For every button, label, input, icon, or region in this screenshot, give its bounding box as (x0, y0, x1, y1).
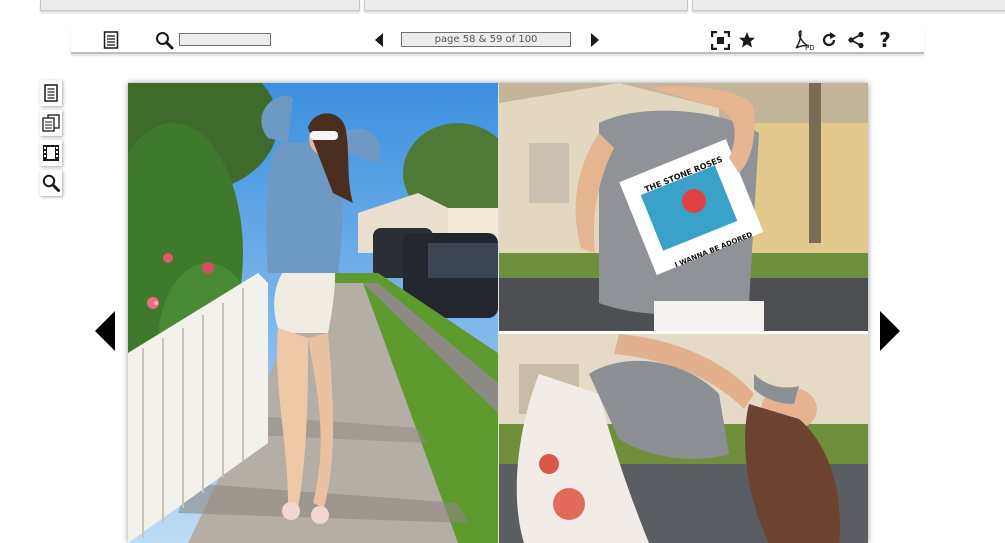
next-page-icon[interactable] (585, 30, 605, 50)
right-bottom-photo (499, 334, 868, 543)
fullscreen-icon[interactable] (710, 30, 730, 50)
table-of-contents-icon[interactable] (40, 80, 62, 106)
next-page-arrow[interactable] (880, 311, 900, 351)
rotate-icon[interactable] (819, 30, 839, 50)
search-icon[interactable] (40, 170, 62, 196)
pages-icon[interactable] (40, 110, 62, 136)
search-icon[interactable] (154, 30, 174, 50)
help-icon[interactable]: ? (875, 28, 895, 52)
right-page: THE STONE ROSES I WANNA BE ADORED (499, 83, 868, 543)
video-icon[interactable] (40, 140, 62, 166)
pdf-download-icon[interactable]: PDF (791, 30, 815, 51)
top-panel-tab-1[interactable] (40, 0, 360, 11)
svg-text:PDF: PDF (805, 44, 815, 51)
page-indicator[interactable]: page 58 & 59 of 100 (401, 32, 571, 47)
magazine-spread[interactable]: THE STONE ROSES I WANNA BE ADORED (128, 83, 868, 543)
search-input[interactable] (179, 33, 271, 46)
contents-icon[interactable] (101, 30, 121, 50)
share-icon[interactable] (846, 30, 866, 50)
prev-page-icon[interactable] (369, 30, 389, 50)
left-page-photo (128, 83, 498, 543)
side-toolbar (40, 80, 62, 200)
top-panel-tab-2[interactable] (364, 0, 688, 11)
top-panel-tab-3[interactable] (692, 0, 1005, 11)
right-top-photo: THE STONE ROSES I WANNA BE ADORED (499, 83, 868, 331)
bookmark-star-icon[interactable] (737, 30, 757, 50)
previous-page-arrow[interactable] (95, 311, 115, 351)
reader-toolbar: page 58 & 59 of 100 PDF ? (71, 27, 924, 54)
